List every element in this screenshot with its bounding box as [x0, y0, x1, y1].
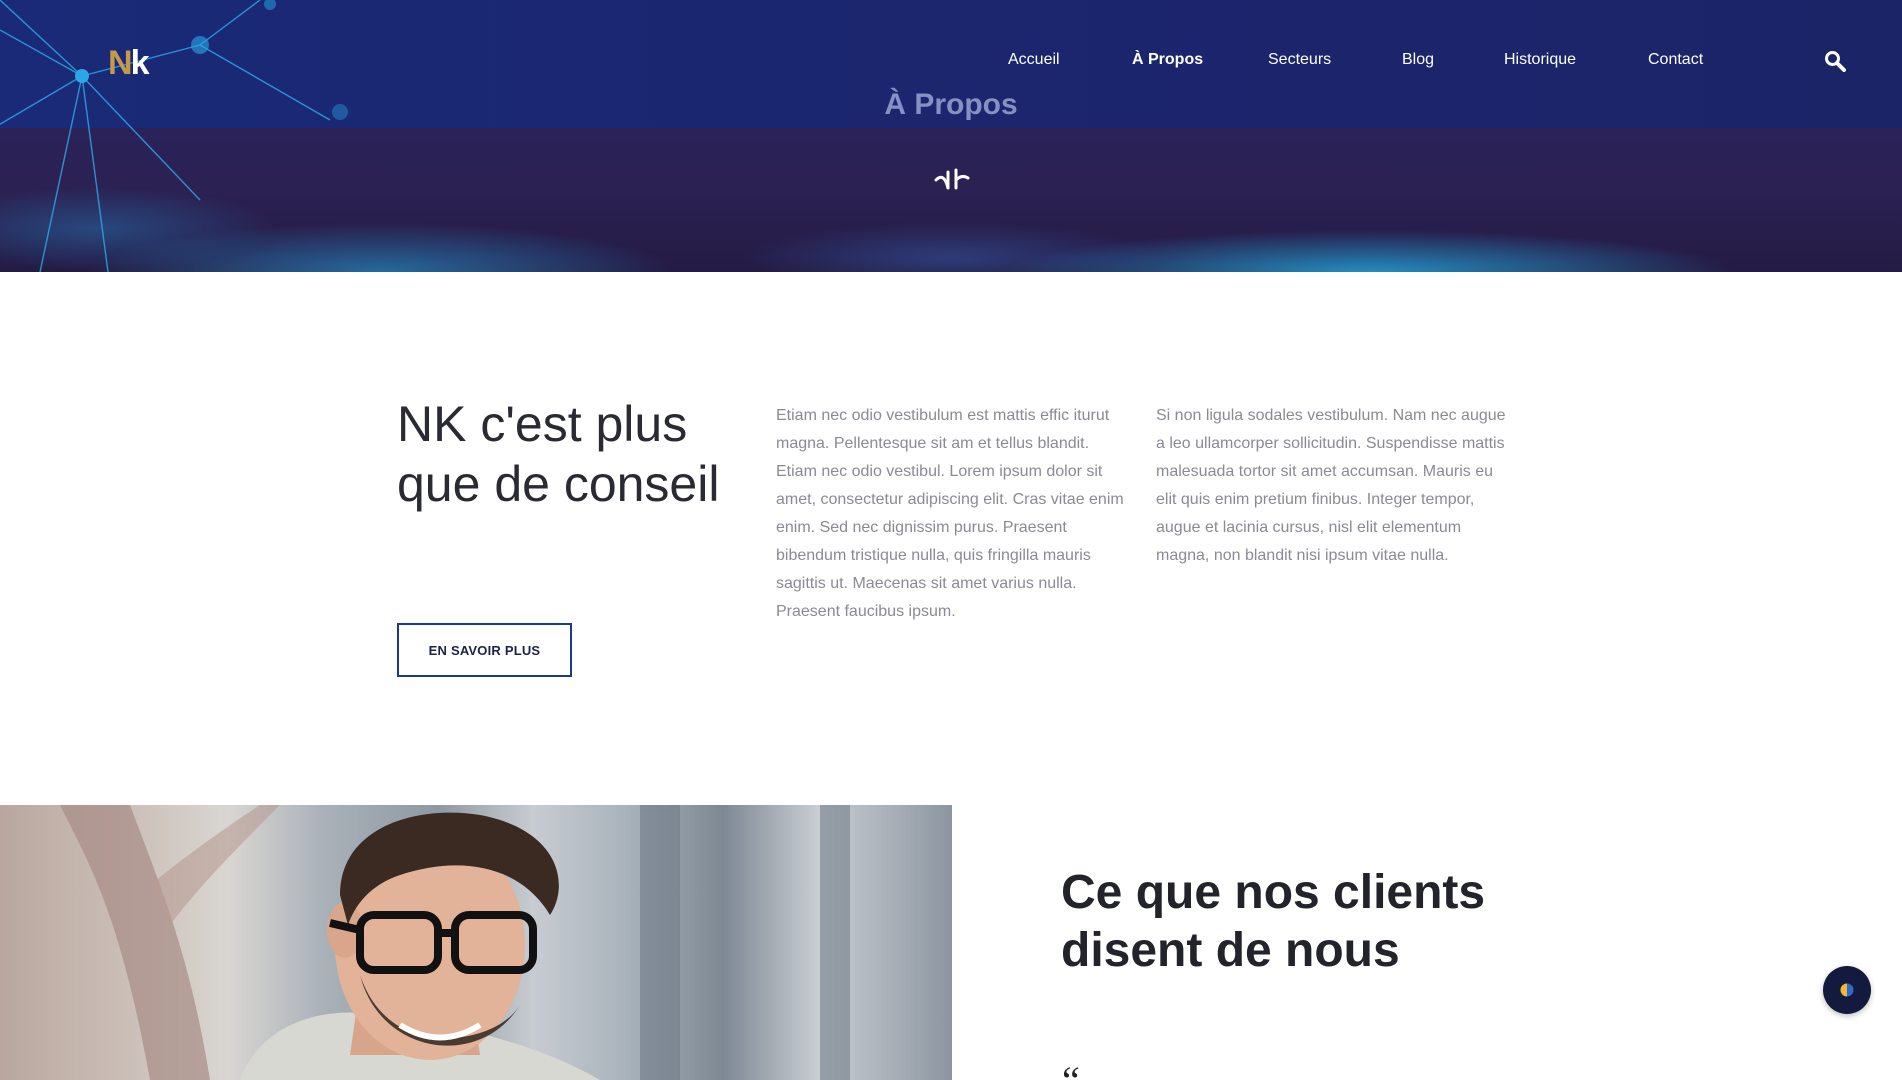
logo-letter-n: N [108, 44, 133, 82]
nav-item-contact[interactable]: Contact [1648, 51, 1703, 69]
quote-mark: “ [1062, 1061, 1080, 1080]
learn-more-button[interactable]: EN SAVOIR PLUS [397, 623, 572, 677]
hero-banner: Nk Accueil À Propos Secteurs Blog Histor… [0, 0, 1902, 272]
theme-toggle-button[interactable] [1823, 966, 1871, 1014]
client-photo [0, 805, 952, 1080]
search-icon[interactable] [1824, 50, 1846, 72]
nav-item-a-propos[interactable]: À Propos [1132, 51, 1203, 69]
nav-item-blog[interactable]: Blog [1402, 51, 1434, 69]
about-text-col-2: Si non ligula sodales vestibulum. Nam ne… [1156, 407, 1506, 564]
nav-item-accueil[interactable]: Accueil [1008, 51, 1060, 69]
nav-item-historique[interactable]: Historique [1504, 51, 1576, 69]
smiling-man-image [60, 805, 850, 1080]
nk-emblem-icon [934, 168, 970, 190]
about-heading: NK c'est plus que de conseil [397, 396, 720, 512]
testimonials-heading: Ce que nos clients disent de nous [1061, 866, 1486, 977]
about-text-col-1: Etiam nec odio vestibulum est mattis eff… [776, 407, 1124, 620]
nav-item-secteurs[interactable]: Secteurs [1268, 51, 1331, 69]
page-title: À Propos [884, 88, 1018, 121]
contrast-icon [1840, 983, 1854, 997]
nk-logo[interactable]: Nk [108, 46, 160, 80]
logo-letter-k: k [130, 44, 150, 82]
network-graphic [0, 0, 348, 272]
